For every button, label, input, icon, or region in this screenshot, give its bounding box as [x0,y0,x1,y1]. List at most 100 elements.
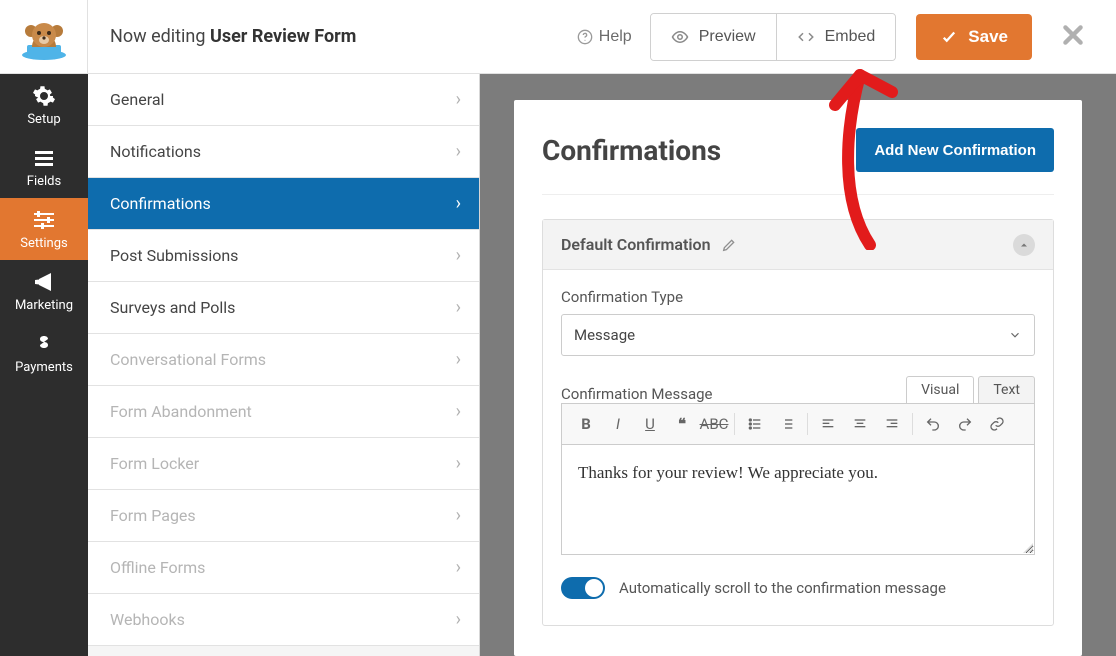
chevron-right-icon: › [456,245,461,266]
nav-setup[interactable]: Setup [0,74,88,136]
chevron-right-icon: › [456,557,461,578]
link-icon [989,416,1005,432]
panel-title: Confirmations [542,134,721,167]
strike-button[interactable]: ABC [700,410,728,438]
preview-embed-group: Preview Embed [650,13,897,61]
editing-title: Now editing User Review Form [88,26,559,47]
bold-button[interactable]: B [572,410,600,438]
numbers-button[interactable] [773,410,801,438]
settings-item-pages[interactable]: Form Pages› [88,490,479,542]
nav-payments[interactable]: Payments [0,322,88,384]
settings-item-surveys[interactable]: Surveys and Polls› [88,282,479,334]
toolbar-separator [912,413,913,435]
redo-button[interactable] [951,410,979,438]
confirmation-card-header: Default Confirmation [543,220,1053,270]
chevron-right-icon: › [456,89,461,110]
quote-button[interactable]: ❝ [668,410,696,438]
toolbar-separator [807,413,808,435]
preview-button[interactable]: Preview [651,14,777,60]
editing-form-name: User Review Form [210,26,356,47]
nav-label: Marketing [15,298,73,313]
settings-item-locker[interactable]: Form Locker› [88,438,479,490]
body: Setup Fields Settings Marketing Payments… [0,74,1116,656]
eye-icon [671,28,689,46]
link-button[interactable] [983,410,1011,438]
undo-icon [925,416,941,432]
settings-item-abandonment[interactable]: Form Abandonment› [88,386,479,438]
message-editor[interactable]: Thanks for your review! We appreciate yo… [561,445,1035,555]
nav-marketing[interactable]: Marketing [0,260,88,322]
dollar-icon [32,332,56,356]
nav-settings[interactable]: Settings [0,198,88,260]
auto-scroll-row: Automatically scroll to the confirmation… [561,577,1035,599]
close-icon [1060,22,1086,48]
align-left-button[interactable] [814,410,842,438]
chevron-down-icon [1008,328,1022,342]
align-center-icon [852,416,868,432]
nav-label: Fields [27,174,61,189]
gear-icon [32,84,56,108]
settings-item-offline[interactable]: Offline Forms› [88,542,479,594]
settings-item-general[interactable]: General› [88,74,479,126]
redo-icon [957,416,973,432]
tab-visual[interactable]: Visual [906,376,974,403]
confirmation-card: Default Confirmation Confirmation Type M… [542,219,1054,626]
confirmation-name: Default Confirmation [561,235,711,254]
editor-toolbar: B I U ❝ ABC [561,403,1035,445]
underline-button[interactable]: U [636,410,664,438]
megaphone-icon [32,270,56,294]
save-button[interactable]: Save [916,14,1032,60]
top-actions: Help Preview Embed Save [559,13,1116,61]
italic-button[interactable]: I [604,410,632,438]
top-bar: Now editing User Review Form Help Previe… [0,0,1116,74]
settings-item-conversational[interactable]: Conversational Forms› [88,334,479,386]
tab-text[interactable]: Text [978,376,1035,403]
type-value: Message [574,326,635,344]
add-confirmation-button[interactable]: Add New Confirmation [856,128,1054,172]
list-icon [32,146,56,170]
chevron-right-icon: › [456,349,461,370]
align-left-icon [820,416,836,432]
settings-item-confirmations[interactable]: Confirmations› [88,178,479,230]
bear-logo-icon [17,13,71,61]
numbers-icon [779,416,795,432]
help-button[interactable]: Help [559,28,650,46]
chevron-right-icon: › [456,453,461,474]
bullets-button[interactable] [741,410,769,438]
settings-item-notifications[interactable]: Notifications› [88,126,479,178]
nav-label: Settings [20,236,67,251]
vertical-nav: Setup Fields Settings Marketing Payments [0,74,88,656]
edit-icon[interactable] [721,237,737,253]
undo-button[interactable] [919,410,947,438]
type-label: Confirmation Type [561,288,1035,306]
chevron-up-icon [1018,239,1030,251]
align-center-button[interactable] [846,410,874,438]
chevron-right-icon: › [456,141,461,162]
settings-item-webhooks[interactable]: Webhooks› [88,594,479,646]
nav-label: Payments [15,360,73,375]
panel-header: Confirmations Add New Confirmation [542,128,1054,195]
auto-scroll-toggle[interactable] [561,577,605,599]
message-block: Confirmation Message Visual Text B I [561,376,1035,555]
app-logo [0,0,88,74]
code-icon [797,28,815,46]
bullets-icon [747,416,763,432]
nav-fields[interactable]: Fields [0,136,88,198]
chevron-right-icon: › [456,193,461,214]
message-label: Confirmation Message [561,385,713,403]
auto-scroll-label: Automatically scroll to the confirmation… [619,579,946,597]
close-button[interactable] [1060,22,1090,52]
check-icon [940,28,958,46]
chevron-right-icon: › [456,401,461,422]
help-icon [577,29,593,45]
editor-tabs: Visual Text [906,376,1035,403]
confirmation-card-body: Confirmation Type Message Confirmation M… [543,270,1053,625]
chevron-right-icon: › [456,505,461,526]
type-select[interactable]: Message [561,314,1035,356]
settings-item-post-submissions[interactable]: Post Submissions› [88,230,479,282]
collapse-button[interactable] [1013,234,1035,256]
settings-menu: General› Notifications› Confirmations› P… [88,74,480,656]
align-right-button[interactable] [878,410,906,438]
embed-button[interactable]: Embed [777,14,896,60]
nav-label: Setup [27,112,60,127]
